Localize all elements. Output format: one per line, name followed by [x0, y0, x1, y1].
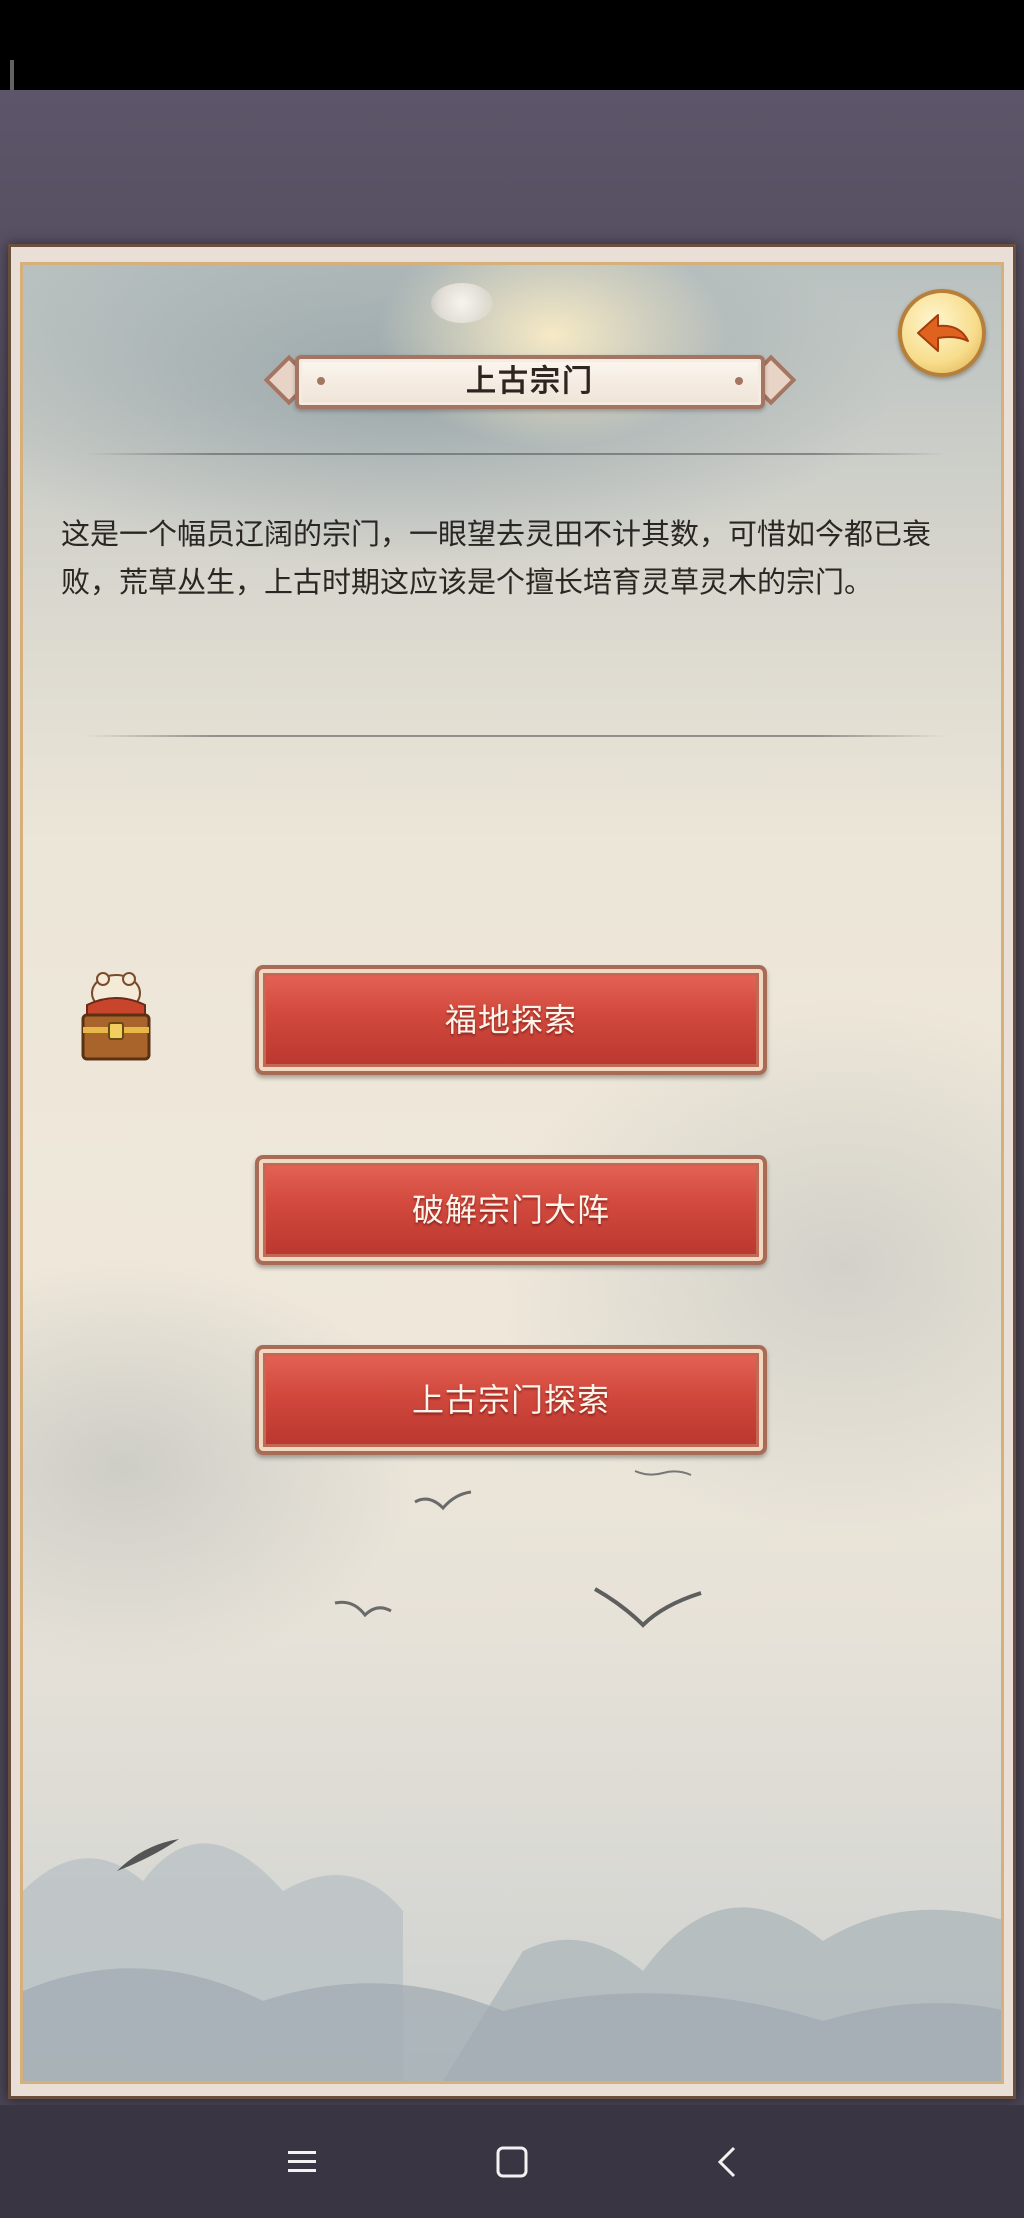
divider-top	[85, 453, 945, 455]
sect-description: 这是一个幅员辽阔的宗门，一眼望去灵田不计其数，可惜如今都已衰败，荒草丛生，上古时…	[61, 517, 932, 599]
title-plate: 上古宗门	[255, 349, 805, 415]
moon-decoration	[431, 283, 493, 323]
menu-icon[interactable]	[280, 2140, 324, 2184]
system-navigation-bar	[0, 2105, 1024, 2218]
bird-decoration	[117, 1839, 179, 1871]
break-formation-button[interactable]: 破解宗门大阵	[255, 1155, 767, 1265]
ancient-sect-explore-label: 上古宗门探索	[411, 1381, 610, 1419]
bird-decoration	[414, 1490, 472, 1511]
status-bar	[0, 0, 1024, 140]
mountain-landscape	[23, 1843, 1001, 2081]
divider-middle	[85, 735, 945, 737]
bird-decoration	[634, 1470, 692, 1476]
fudi-explore-label: 福地探索	[444, 1001, 577, 1039]
page-title: 上古宗门	[466, 364, 594, 399]
bird-decoration	[334, 1600, 392, 1618]
home-square-icon[interactable]	[490, 2140, 534, 2184]
treasure-chest-icon[interactable]	[73, 965, 159, 1065]
sect-panel: 上古宗门 这是一个幅员辽阔的宗门，一眼望去灵田不计其数，可惜如今都已衰败，荒草丛…	[20, 262, 1004, 2084]
back-chevron-icon[interactable]	[706, 2140, 750, 2184]
back-arrow-icon	[917, 314, 969, 352]
bird-decoration	[594, 1587, 702, 1628]
ancient-sect-explore-button[interactable]: 上古宗门探索	[255, 1345, 767, 1455]
fudi-explore-button[interactable]: 福地探索	[255, 965, 767, 1075]
break-formation-label: 破解宗门大阵	[411, 1191, 610, 1229]
back-button[interactable]	[898, 289, 986, 377]
